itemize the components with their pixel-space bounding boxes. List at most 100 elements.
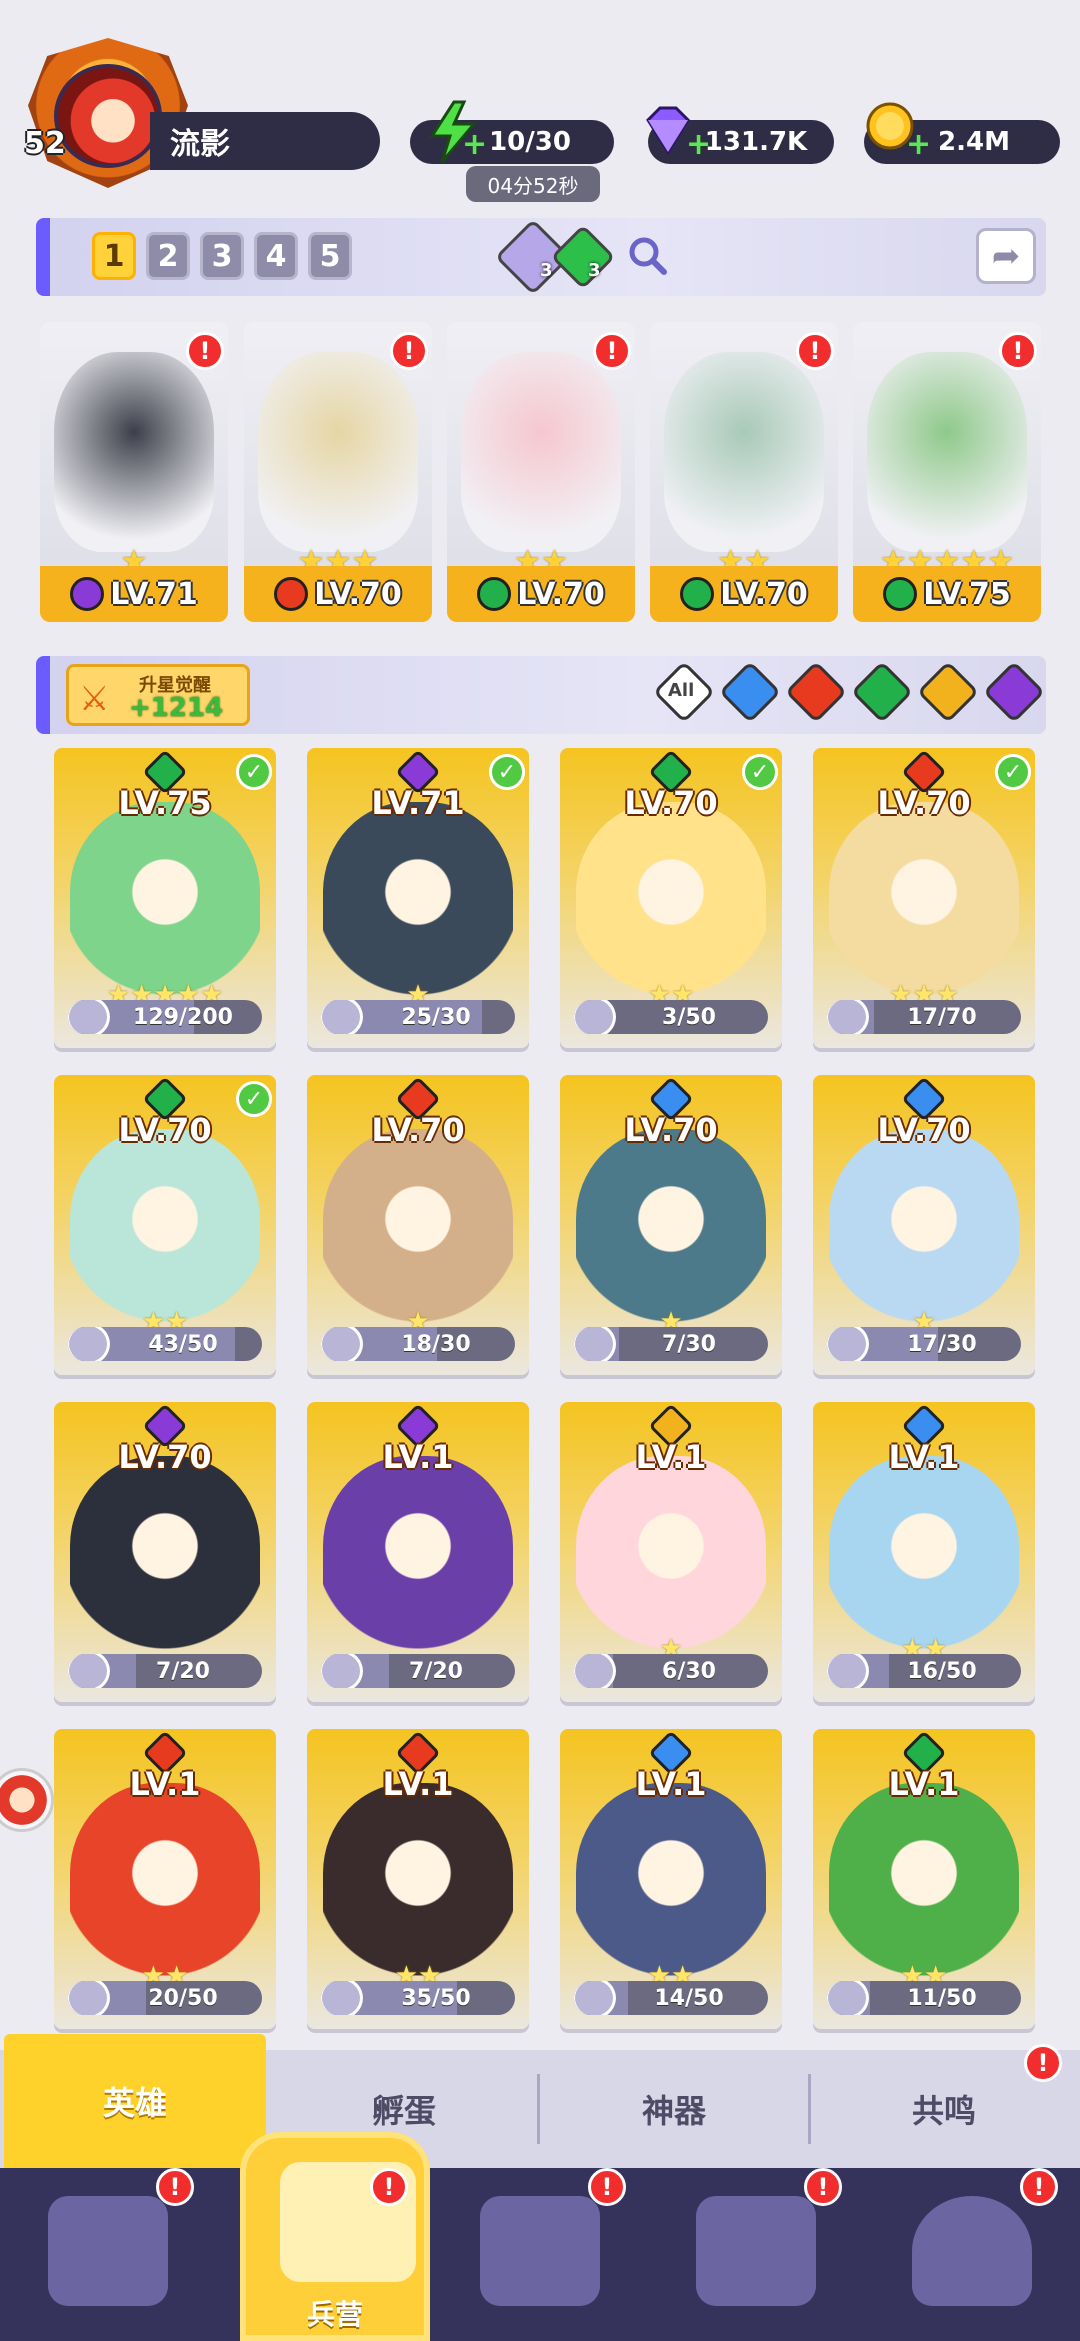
element-icon <box>70 577 105 611</box>
hero-alert-badge: ! <box>186 332 224 370</box>
hero-level: LV.71 <box>110 576 198 612</box>
team-slot-4[interactable]: 4 <box>254 232 298 280</box>
hero-card[interactable]: LV.1 ★ 6/30 <box>560 1402 782 1702</box>
hero-art <box>867 352 1027 552</box>
hero-art <box>664 352 824 552</box>
hero-level: LV.70 <box>118 1111 212 1149</box>
search-icon[interactable] <box>626 234 670 278</box>
in-team-check-icon: ✓ <box>236 754 272 790</box>
filter-dark-icon[interactable] <box>982 660 1046 724</box>
hero-card[interactable]: LV.70 ★ 7/30 <box>560 1075 782 1375</box>
hero-art <box>54 352 214 552</box>
green-gem-icon[interactable] <box>550 224 616 290</box>
nav-book[interactable]: ! <box>432 2168 648 2341</box>
gem-value: 131.7K <box>704 127 808 157</box>
element-icon <box>883 577 918 611</box>
team-hero-card[interactable]: ★★ LV.70! <box>650 322 838 622</box>
share-button[interactable]: ➦ <box>976 228 1036 284</box>
team-hero-card[interactable]: ★★ LV.70! <box>447 322 635 622</box>
hero-filter-bar: ⚔ 升星觉醒 +1214 All <box>36 656 1046 734</box>
hero-portrait <box>70 1783 260 1983</box>
hero-portrait <box>70 802 260 1002</box>
shard-progress-bar: 16/50 <box>827 1654 1021 1688</box>
hero-portrait <box>70 1129 260 1329</box>
shard-progress-bar: 20/50 <box>68 1981 262 2015</box>
gem-add-icon[interactable]: + <box>686 130 711 160</box>
hero-level: LV.70 <box>624 784 718 822</box>
team-slot-1[interactable]: 1 <box>92 232 136 280</box>
shard-progress-bar: 11/50 <box>827 1981 1021 2015</box>
hero-level: LV.1 <box>382 1438 454 1476</box>
hero-level: LV.70 <box>118 1438 212 1476</box>
filter-all-label: All <box>668 680 695 701</box>
energy-add-icon[interactable]: + <box>462 130 487 160</box>
hero-portrait <box>323 1129 513 1329</box>
book-icon <box>480 2196 600 2306</box>
filter-water-icon[interactable] <box>718 660 782 724</box>
hero-level: LV.1 <box>129 1765 201 1803</box>
hero-portrait <box>576 1783 766 1983</box>
hero-card[interactable]: LV.1 ★★ 20/50 <box>54 1729 276 2029</box>
hero-card[interactable]: LV.71 ✓ ★ 25/30 <box>307 748 529 1048</box>
shard-progress-text: 11/50 <box>907 1985 977 2011</box>
bottom-nav: ! 兵营 ! ! ! ! <box>0 2132 1080 2341</box>
hero-portrait <box>829 802 1019 1002</box>
shard-progress-bar: 14/50 <box>574 1981 768 2015</box>
nav-cards[interactable]: ! <box>0 2168 216 2341</box>
hero-card[interactable]: LV.1 7/20 <box>307 1402 529 1702</box>
element-icon <box>680 577 715 611</box>
shard-progress-bar: 7/30 <box>574 1327 768 1361</box>
tab-heroes[interactable]: 英雄 <box>4 2034 266 2168</box>
shard-progress-text: 7/20 <box>409 1658 463 1684</box>
team-slot-5[interactable]: 5 <box>308 232 352 280</box>
hero-card[interactable]: LV.1 ★★ 11/50 <box>813 1729 1035 2029</box>
hero-card[interactable]: LV.70 ✓ ★★ 43/50 <box>54 1075 276 1375</box>
hero-card[interactable]: LV.70 ✓ ★★★ 17/70 <box>813 748 1035 1048</box>
shard-progress-bar: 3/50 <box>574 1000 768 1034</box>
shard-progress-text: 6/30 <box>662 1658 716 1684</box>
nav-alert-badge: ! <box>370 2168 408 2206</box>
hero-card[interactable]: LV.70 7/20 <box>54 1402 276 1702</box>
hero-card[interactable]: LV.1 ★★ 16/50 <box>813 1402 1035 1702</box>
hero-level: LV.75 <box>118 784 212 822</box>
in-team-check-icon: ✓ <box>489 754 525 790</box>
team-slot-3[interactable]: 3 <box>200 232 244 280</box>
shard-progress-bar: 18/30 <box>321 1327 515 1361</box>
hero-portrait <box>323 1456 513 1656</box>
nav-barracks[interactable]: 兵营 ! <box>240 2132 430 2341</box>
hero-card[interactable]: LV.70 ★ 18/30 <box>307 1075 529 1375</box>
hero-card[interactable]: LV.1 ★★ 14/50 <box>560 1729 782 2029</box>
hero-card[interactable]: LV.1 ★★ 35/50 <box>307 1729 529 2029</box>
hero-level-bar: LV.70 <box>244 566 432 622</box>
team-hero-card[interactable]: ★★★ LV.70! <box>244 322 432 622</box>
hero-card[interactable]: LV.70 ✓ ★★ 3/50 <box>560 748 782 1048</box>
gold-value: 2.4M <box>938 127 1010 157</box>
team-hero-card[interactable]: ★ LV.71! <box>40 322 228 622</box>
filter-nature-icon[interactable] <box>850 660 914 724</box>
element-icon <box>477 577 512 611</box>
tab-artifact[interactable]: 神器 <box>540 2050 808 2168</box>
shard-progress-text: 7/20 <box>156 1658 210 1684</box>
shard-progress-bar: 6/30 <box>574 1654 768 1688</box>
hero-card[interactable]: LV.70 ★ 17/30 <box>813 1075 1035 1375</box>
shard-progress-text: 43/50 <box>148 1331 218 1357</box>
star-awaken-button[interactable]: ⚔ 升星觉醒 +1214 <box>66 664 250 726</box>
shard-progress-bar: 43/50 <box>68 1327 262 1361</box>
nav-shop[interactable]: ! <box>648 2168 864 2341</box>
filter-fire-icon[interactable] <box>784 660 848 724</box>
filter-light-icon[interactable] <box>916 660 980 724</box>
hero-level: LV.70 <box>624 1111 718 1149</box>
resonance-alert-badge: ! <box>1024 2044 1062 2082</box>
nav-mushroom[interactable]: ! <box>864 2168 1080 2341</box>
gold-add-icon[interactable]: + <box>906 130 931 160</box>
hero-card[interactable]: LV.75 ✓ ★★★★★ 129/200 <box>54 748 276 1048</box>
player-name: 流影 <box>150 112 380 170</box>
hero-level: LV.70 <box>877 784 971 822</box>
hero-portrait <box>576 802 766 1002</box>
team-slot-2[interactable]: 2 <box>146 232 190 280</box>
floating-avatar-button[interactable] <box>0 1768 54 1832</box>
shard-progress-bar: 129/200 <box>68 1000 262 1034</box>
player-level: 52 <box>24 126 66 161</box>
team-hero-card[interactable]: ★★★★★ LV.75! <box>853 322 1041 622</box>
shard-progress-text: 3/50 <box>662 1004 716 1030</box>
